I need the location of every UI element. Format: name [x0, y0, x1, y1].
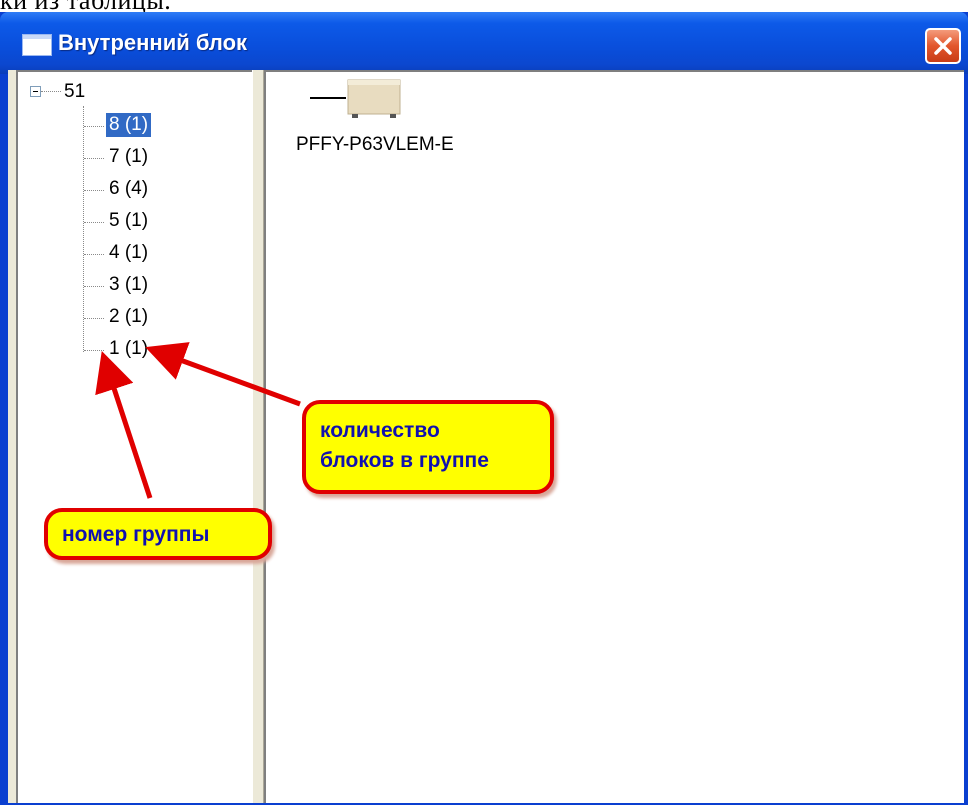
- callout-count-line2: блоков в группе: [320, 449, 489, 472]
- callout-count-line1: количество: [320, 419, 440, 442]
- callout-block-count: количество блоков в группе: [302, 400, 554, 494]
- callout-group-text: номер группы: [62, 523, 210, 546]
- arrow-to-group-number: [95, 350, 153, 499]
- arrow-to-count: [145, 342, 301, 407]
- callout-group-number: номер группы: [44, 508, 272, 560]
